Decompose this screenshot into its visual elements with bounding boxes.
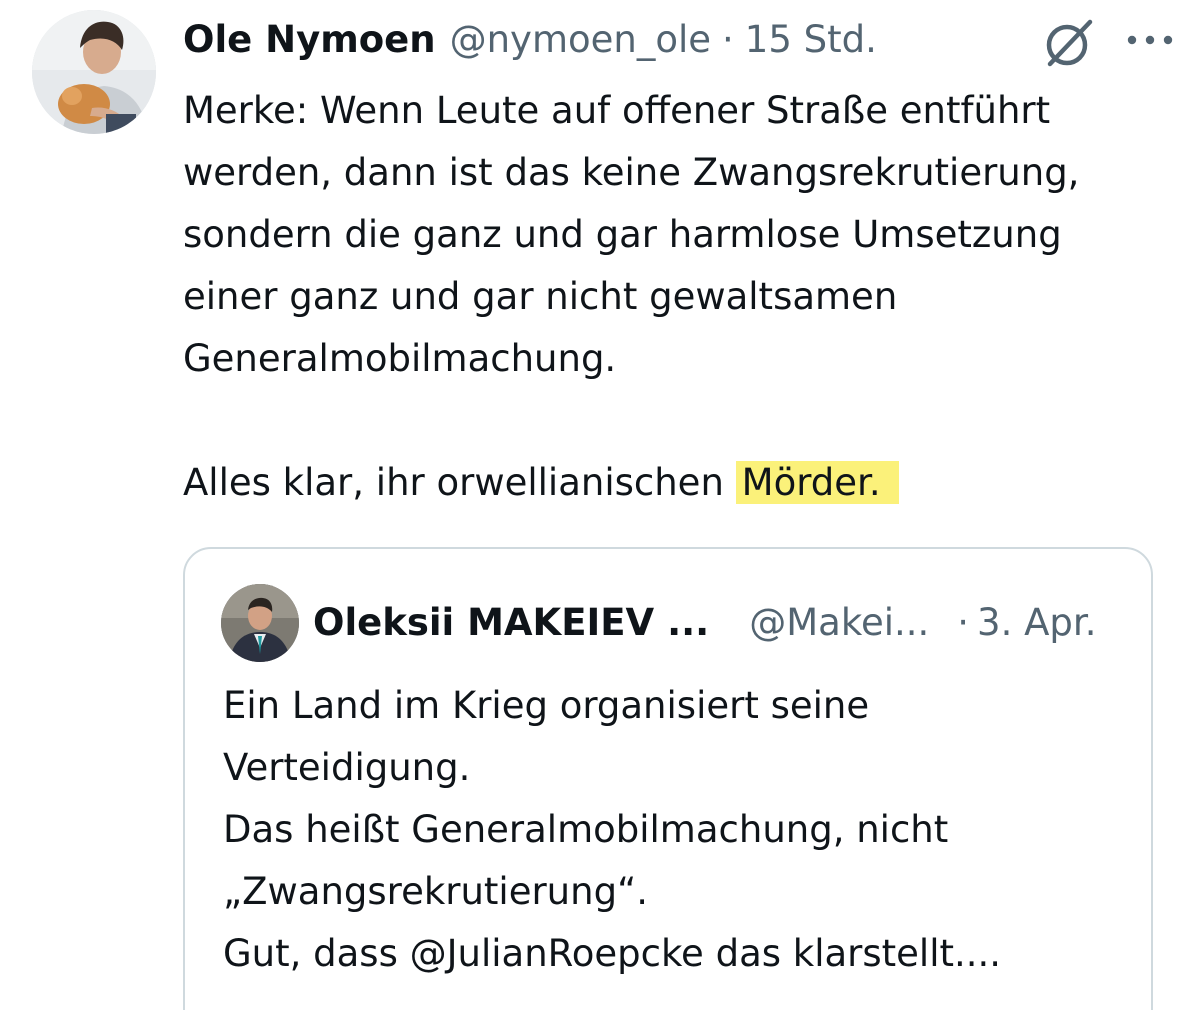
- more-options-icon[interactable]: [1124, 28, 1176, 52]
- quoted-tweet[interactable]: Oleksii MAKEIEV ... @Makei... · 3. Apr. …: [183, 547, 1153, 1010]
- tweet-closing-line: Alles klar, ihr orwellianischen Mörder.: [183, 452, 1183, 514]
- quote-text-line: Ein Land im Krieg organisiert seine: [223, 684, 870, 727]
- quote-time[interactable]: 3. Apr.: [977, 593, 1096, 653]
- tweet-text-line: Generalmobilmachung.: [183, 337, 617, 380]
- quote-separator: ·: [957, 601, 970, 644]
- avatar-photo-icon: [32, 10, 156, 134]
- tweet-text-line: Merke: Wenn Leute auf offener Straße ent…: [183, 89, 1051, 132]
- tweet-header: Ole Nymoen @nymoen_ole · 15 Std.: [183, 12, 877, 68]
- quote-text-line: Das heißt Generalmobilmachung, nicht: [223, 808, 949, 851]
- tweet-text-line: sondern die ganz und gar harmlose Umsetz…: [183, 213, 1062, 256]
- quote-text-line: Gut, dass @JulianRoepcke das klarstellt.…: [223, 932, 1002, 975]
- quote-text: Ein Land im Krieg organisiert seine Vert…: [223, 675, 1133, 985]
- author-handle[interactable]: @nymoen_ole: [450, 12, 711, 68]
- grok-icon[interactable]: [1040, 14, 1098, 72]
- quote-author-name[interactable]: Oleksii MAKEIEV ...: [313, 593, 709, 653]
- tweet-text-line: einer ganz und gar nicht gewaltsamen: [183, 275, 898, 318]
- quote-author-handle[interactable]: @Makei...: [749, 593, 929, 653]
- highlighted-word: Mörder.: [735, 461, 899, 504]
- author-avatar[interactable]: [32, 10, 156, 134]
- quote-text-line: „Zwangsrekrutierung“.: [223, 870, 648, 913]
- author-name[interactable]: Ole Nymoen: [183, 12, 436, 68]
- quote-text-line: Verteidigung.: [223, 746, 471, 789]
- header-separator: ·: [722, 18, 734, 61]
- tweet-text-line: werden, dann ist das keine Zwangsrekruti…: [183, 151, 1080, 194]
- closing-text: Alles klar, ihr orwellianischen: [183, 461, 724, 504]
- tweet-time[interactable]: 15 Std.: [745, 12, 877, 68]
- quote-header: Oleksii MAKEIEV ... @Makei... · 3. Apr.: [313, 593, 1096, 653]
- tweet: Ole Nymoen @nymoen_ole · 15 Std. Merke: …: [0, 0, 1200, 1010]
- quote-avatar-photo-icon: [221, 584, 299, 662]
- tweet-text: Merke: Wenn Leute auf offener Straße ent…: [183, 80, 1183, 514]
- quote-author-avatar[interactable]: [221, 584, 299, 662]
